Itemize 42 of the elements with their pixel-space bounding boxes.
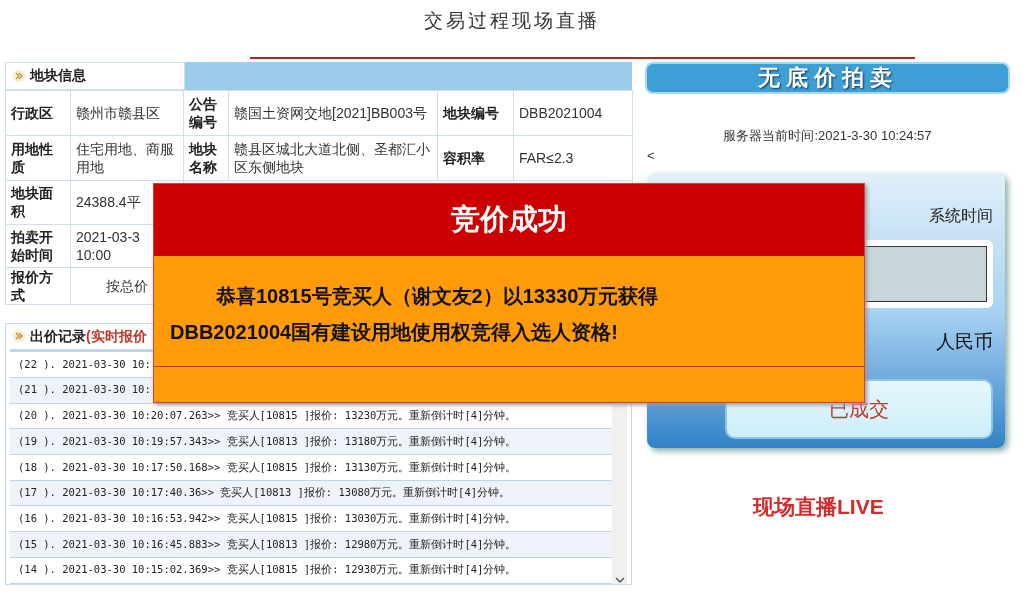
bid-record: (14 ). 2021-03-30 10:15:02.369>> 竞买人[10815 ]报价: 12930万元。重新倒计时[4]分钟。 bbox=[18, 562, 517, 578]
double-arrow-icon bbox=[12, 68, 26, 83]
field-value: 24388.4平 bbox=[76, 194, 141, 210]
field-label: 地块编号 bbox=[443, 104, 499, 121]
field-label: 用地性质 bbox=[11, 140, 53, 175]
field-value: 2021-03-3 10:00 bbox=[76, 228, 140, 263]
bid-record: (22 ). 2021-03-30 10: bbox=[18, 356, 151, 372]
bid-record: (15 ). 2021-03-30 10:16:45.883>> 竞买人[10813 ]报价: 12980万元。重新倒计时[4]分钟。 bbox=[18, 536, 517, 552]
bid-record: (18 ). 2021-03-30 10:17:50.168>> 竞买人[10815 ]报价: 13130万元。重新倒计时[4]分钟。 bbox=[18, 459, 517, 475]
field-value: 赣国土资网交地[2021]BB003号 bbox=[234, 104, 427, 121]
section-title: 地块信息 bbox=[30, 66, 86, 85]
field-value: 赣州市赣县区 bbox=[76, 104, 160, 121]
bid-record: (19 ). 2021-03-30 10:19:57.343>> 竞买人[10813 ]报价: 13180万元。重新倒计时[4]分钟。 bbox=[18, 433, 517, 449]
bid-record: (21 ). 2021-03-30 10: bbox=[18, 382, 151, 398]
field-value: 住宅用地、商服用地 bbox=[76, 140, 174, 175]
double-arrow-icon bbox=[12, 329, 26, 344]
field-value: DBB2021004 bbox=[519, 104, 603, 121]
dialog-message: DBB2021004国有建设用地使用权竞得入选人资格! bbox=[169, 320, 619, 345]
currency-label: 人民币 bbox=[936, 330, 993, 354]
section-title: 出价记录 bbox=[30, 326, 86, 346]
bid-record: (20 ). 2021-03-30 10:20:07.263>> 竞买人[10815 ]报价: 13230万元。重新倒计时[4]分钟。 bbox=[18, 408, 517, 424]
bid-record: (17 ). 2021-03-30 10:17:40.36>> 竞买人[10813 ]报价: 13080万元。重新倒计时[4]分钟。 bbox=[18, 485, 511, 501]
live-label: 现场直播LIVE bbox=[753, 494, 885, 520]
field-label: 公告编号 bbox=[189, 95, 217, 130]
system-time-label: 系统时间 bbox=[929, 206, 993, 226]
dialog-title: 竞价成功 bbox=[154, 184, 864, 256]
field-label: 地块面积 bbox=[11, 185, 53, 219]
bid-record: (16 ). 2021-03-30 10:16:53.942>> 竞买人[10815 ]报价: 13030万元。重新倒计时[4]分钟。 bbox=[18, 510, 517, 526]
field-value: 按总价 bbox=[106, 277, 148, 294]
field-label: 报价方式 bbox=[11, 268, 53, 303]
auction-banner: 无底价拍卖 bbox=[645, 61, 1010, 94]
field-value: 赣县区城北大道北侧、圣都汇小区东侧地块 bbox=[234, 140, 430, 175]
dialog-message: 恭喜10815号竞买人（谢文友2）以13330万元获得 bbox=[215, 284, 660, 309]
back-button[interactable]: < bbox=[645, 146, 657, 166]
field-label: 地块名称 bbox=[189, 140, 217, 175]
field-value: FAR≤2.3 bbox=[519, 149, 574, 166]
section-subtitle: (实时报价 bbox=[86, 326, 147, 346]
page-title: 交易过程现场直播 bbox=[423, 8, 600, 33]
server-time: 服务器当前时间:2021-3-30 10:24:57 bbox=[722, 126, 933, 145]
field-label: 行政区 bbox=[11, 104, 53, 121]
field-label: 拍卖开始时间 bbox=[11, 228, 53, 263]
field-label: 容积率 bbox=[443, 149, 485, 166]
